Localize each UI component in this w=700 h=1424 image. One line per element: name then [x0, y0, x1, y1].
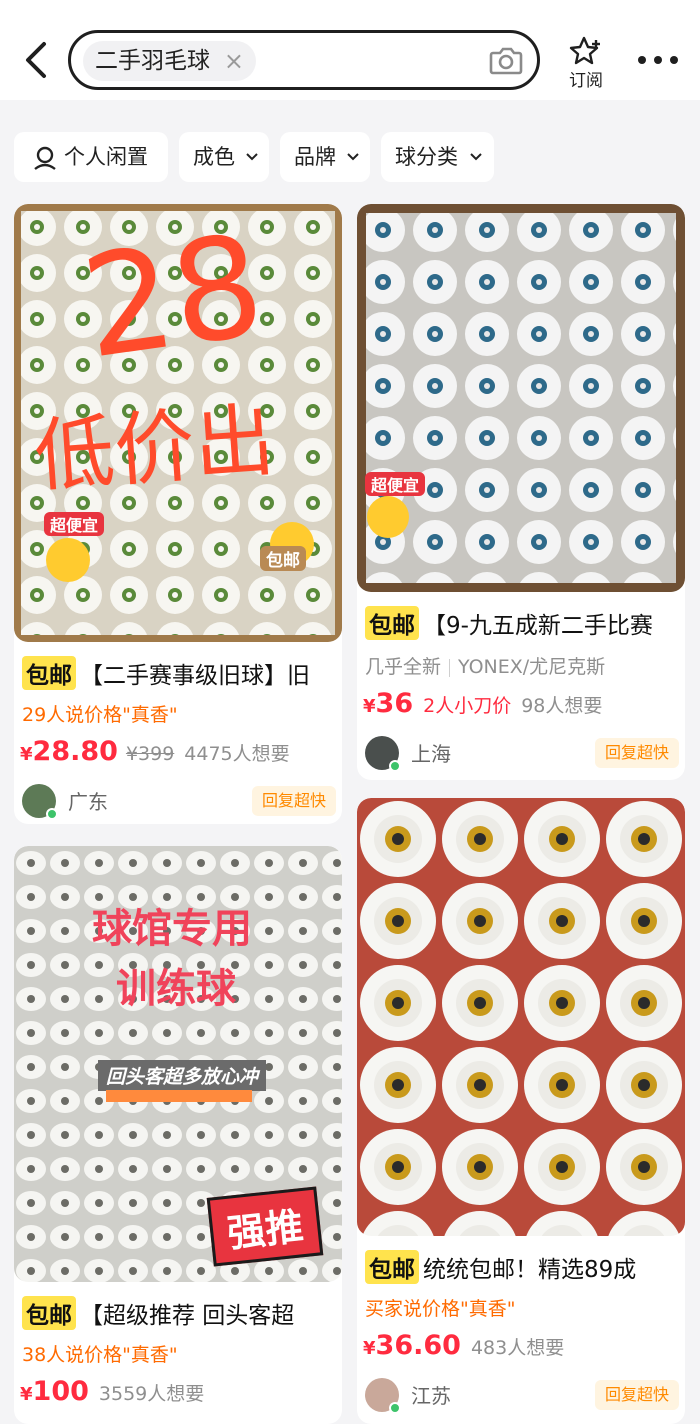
chevron-down-icon — [470, 153, 482, 161]
back-arrow-icon[interactable] — [18, 38, 54, 82]
price: 100 — [32, 1376, 89, 1407]
want-count: 483人想要 — [470, 1337, 565, 1359]
price-row: ¥36 2人小刀价 98人想要 — [363, 688, 602, 719]
price-note: 买家说价格"真香" — [365, 1298, 516, 1320]
more-options-icon[interactable] — [636, 50, 680, 70]
filter-bar: 个人闲置 成色 品牌 球分类 — [0, 100, 700, 196]
listing-title-text: 【二手赛事级旧球】旧 — [80, 663, 310, 689]
price-row: ¥36.60 483人想要 — [363, 1330, 564, 1361]
price-note: 38人说价格"真香" — [22, 1344, 178, 1366]
photo-banner: 回头客超多放心冲 — [98, 1060, 267, 1091]
reply-fast-badge: 回复超快 — [251, 786, 336, 816]
chevron-down-icon — [246, 153, 258, 161]
price: 36 — [375, 688, 414, 719]
photo-banner-bar — [106, 1090, 252, 1102]
online-dot-icon — [389, 760, 401, 772]
original-price: ¥399 — [125, 743, 175, 765]
reply-fast-badge: 回复超快 — [594, 738, 679, 768]
photo-overlay-text: 球馆专用 — [92, 906, 252, 952]
divider — [449, 658, 451, 677]
filter-label: 品牌 — [294, 145, 336, 169]
want-count: 98人想要 — [521, 695, 603, 717]
filter-ball-type[interactable]: 球分类 — [381, 132, 494, 182]
listing-card[interactable]: 超便宜 包邮 【9-九五成新二手比赛 几乎全新 YONEX/尤尼克斯 ¥36 2人小刀… — [357, 204, 685, 780]
listing-title: 包邮 【9-九五成新二手比赛 — [365, 606, 681, 640]
seller-city: 广东 — [68, 790, 108, 814]
listing-card[interactable]: 包邮 统统包邮！精选89成 买家说价格"真香" ¥36.60 483人想要 江苏 回… — [357, 798, 685, 1424]
photo-sticker-cheap: 超便宜 — [365, 472, 426, 496]
person-icon — [34, 146, 56, 170]
price-note: 29人说价格"真香" — [22, 704, 178, 726]
listing-title: 包邮 统统包邮！精选89成 — [365, 1250, 681, 1284]
seller-row[interactable]: 广东 回复超快 — [22, 784, 338, 820]
listing-card[interactable]: 28 低价出 超便宜 包邮 包邮 【二手赛事级旧球】旧 29人说价格"真香" ¥2… — [14, 204, 342, 824]
currency-symbol: ¥ — [20, 1384, 33, 1405]
price: 36.60 — [375, 1330, 461, 1361]
free-shipping-badge: 包邮 — [22, 656, 76, 690]
search-query-text: 二手羽毛球 — [95, 48, 210, 74]
seller-row[interactable]: 上海 回复超快 — [365, 736, 681, 772]
listing-title: 包邮 【超级推荐 回头客超 — [22, 1296, 338, 1330]
filter-condition[interactable]: 成色 — [179, 132, 269, 182]
listing-card[interactable]: 球馆专用 训练球 回头客超多放心冲 强推 包邮 【超级推荐 回头客超 38人说价格… — [14, 846, 342, 1424]
currency-symbol: ¥ — [20, 744, 33, 765]
listing-photo[interactable] — [357, 798, 685, 1236]
photo-sticker-free-ship: 包邮 — [260, 546, 306, 571]
listing-title: 包邮 【二手赛事级旧球】旧 — [22, 656, 338, 690]
price-row: ¥28.80 ¥399 4475人想要 — [20, 736, 290, 767]
online-dot-icon — [46, 808, 58, 820]
photo-overlay-text: 低价出 — [31, 393, 278, 504]
camera-icon[interactable] — [489, 45, 523, 75]
search-box[interactable]: 二手羽毛球 × — [68, 30, 540, 90]
subscribe-star-icon[interactable] — [566, 36, 606, 66]
price-row: ¥100 3559人想要 — [20, 1376, 204, 1407]
reply-fast-badge: 回复超快 — [594, 1380, 679, 1410]
listing-photo[interactable] — [357, 204, 685, 592]
listing-title-text: 【超级推荐 回头客超 — [80, 1303, 295, 1329]
currency-symbol: ¥ — [363, 696, 376, 717]
brand-tag: YONEX/尤尼克斯 — [458, 656, 606, 678]
filter-label: 球分类 — [395, 145, 458, 169]
photo-overlay-price: 28 — [73, 204, 273, 391]
condition-tag: 几乎全新 — [365, 656, 442, 678]
filter-label: 个人闲置 — [64, 145, 148, 169]
listing-title-text: 【9-九五成新二手比赛 — [423, 613, 653, 639]
smiley-sticker-icon — [367, 496, 409, 538]
filter-brand[interactable]: 品牌 — [280, 132, 370, 182]
photo-stamp: 强推 — [206, 1186, 324, 1267]
listing-title-text: 统统包邮！精选89成 — [423, 1257, 637, 1283]
photo-sticker-cheap: 超便宜 — [44, 512, 105, 536]
filter-personal-idle[interactable]: 个人闲置 — [14, 132, 168, 182]
subscribe-label[interactable]: 订阅 — [560, 66, 612, 91]
want-count: 4475人想要 — [184, 743, 290, 765]
seller-row[interactable]: 江苏 回复超快 — [365, 1378, 681, 1414]
want-count: 3559人想要 — [98, 1383, 205, 1405]
seller-city: 江苏 — [411, 1384, 451, 1408]
free-shipping-badge: 包邮 — [22, 1296, 76, 1330]
seller-city: 上海 — [411, 742, 451, 766]
photo-overlay-text: 训练球 — [116, 966, 236, 1012]
top-bar: 二手羽毛球 × 订阅 — [0, 0, 700, 100]
clear-query-icon[interactable]: × — [224, 41, 244, 81]
search-query-chip[interactable]: 二手羽毛球 × — [83, 41, 256, 81]
currency-symbol: ¥ — [363, 1338, 376, 1359]
chevron-down-icon — [347, 153, 359, 161]
free-shipping-badge: 包邮 — [365, 606, 419, 640]
price: 28.80 — [32, 736, 118, 767]
filter-label: 成色 — [193, 145, 235, 169]
haggle-count: 2人小刀价 — [423, 695, 512, 717]
tag-row: 几乎全新 YONEX/尤尼克斯 — [365, 652, 605, 679]
online-dot-icon — [389, 1402, 401, 1414]
smiley-sticker-icon — [46, 538, 90, 582]
free-shipping-badge: 包邮 — [365, 1250, 419, 1284]
